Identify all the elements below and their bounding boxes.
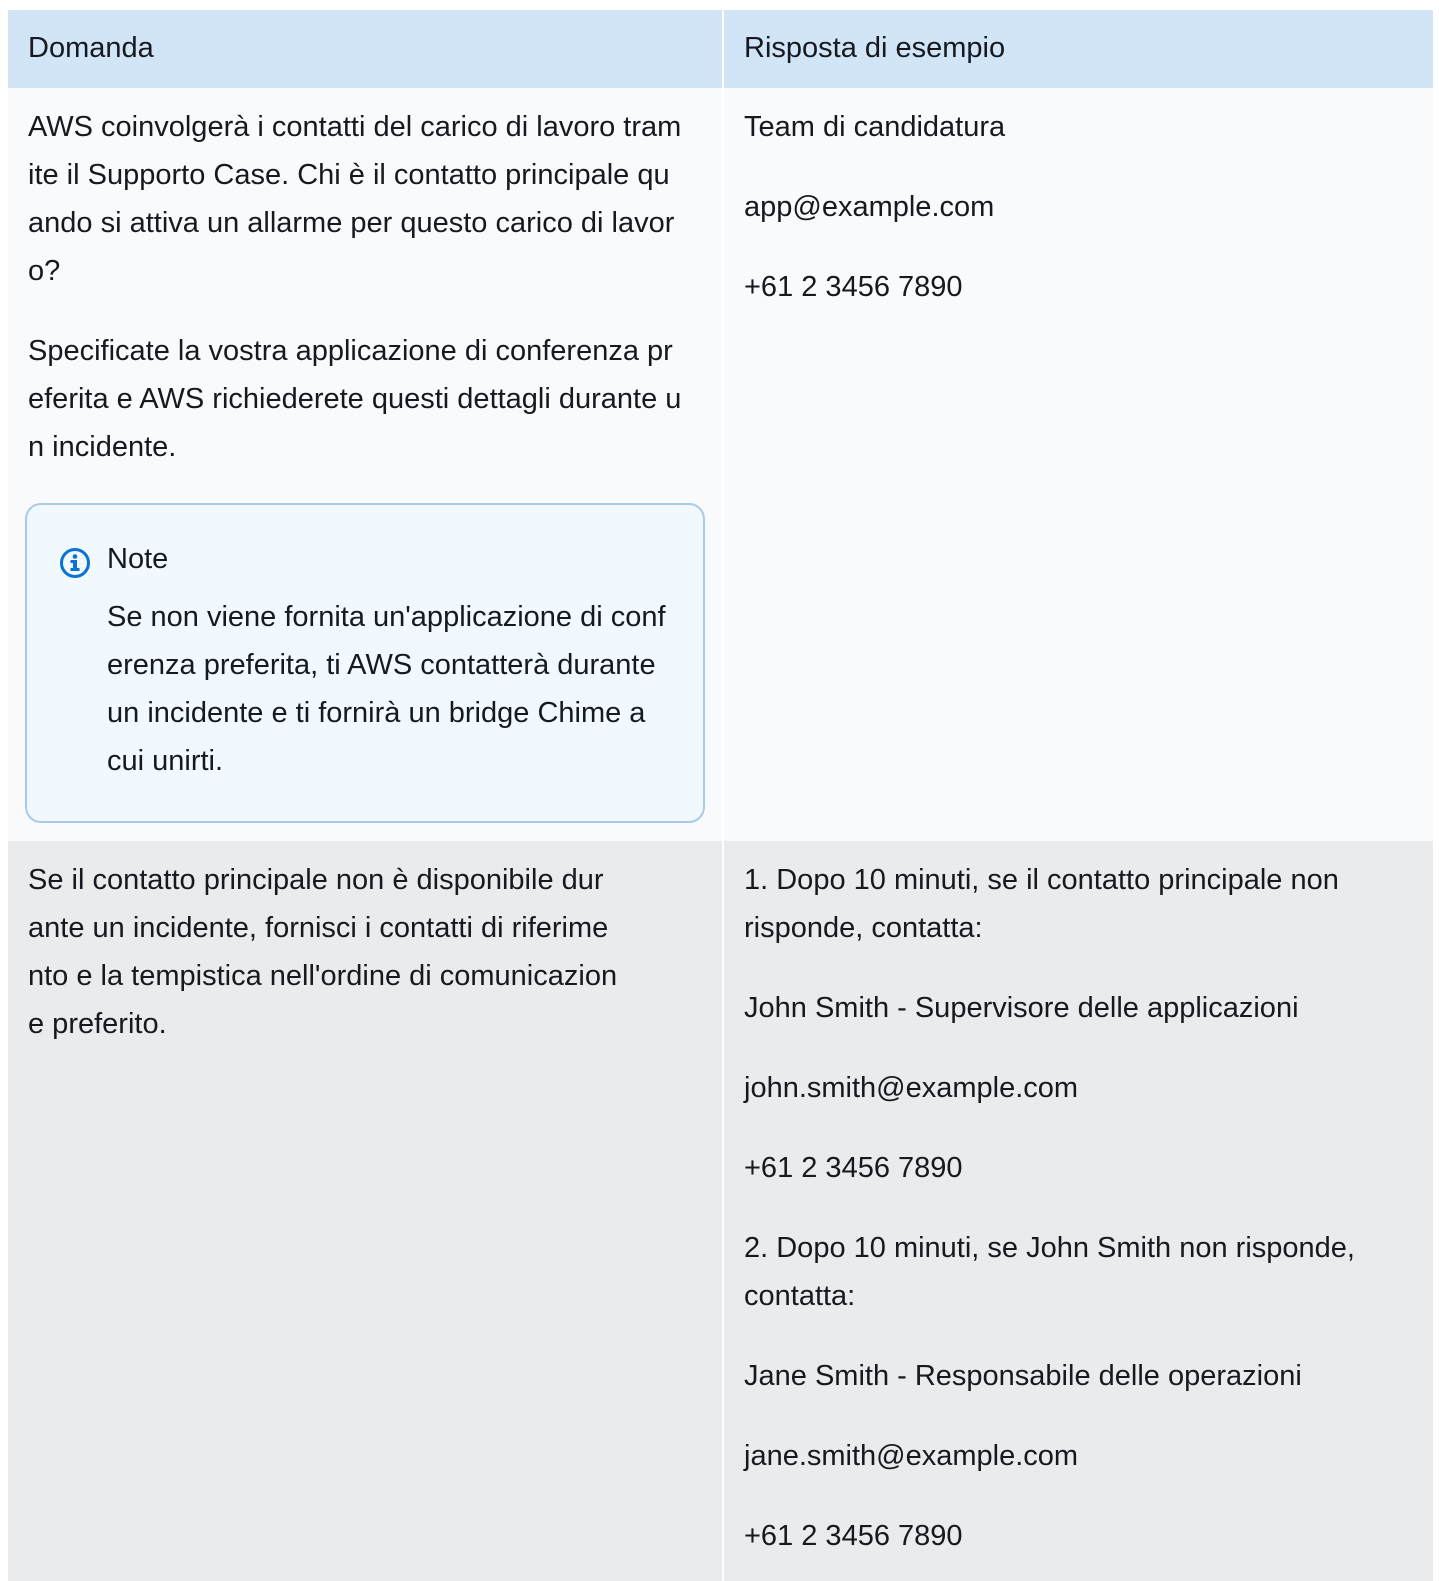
question-text: AWS coinvolgerà i contatti del carico di… — [28, 111, 682, 287]
answer-line: jane.smith@example.com — [744, 1440, 1079, 1472]
answer-line: +61 2 3456 7890 — [744, 271, 963, 303]
answer-cell: 1. Dopo 10 minuti, se il contatto princi… — [723, 841, 1433, 1581]
question-text: Specificate la vostra applicazione di co… — [28, 335, 682, 463]
info-icon — [59, 546, 91, 578]
answer-line: Jane Smith - Responsabile delle operazio… — [744, 1360, 1302, 1392]
question-text: Se il contatto principale non è disponib… — [28, 864, 618, 1040]
qa-table: Domanda Risposta di esempio AWS coinvolg… — [8, 10, 1433, 1581]
table-header-row: Domanda Risposta di esempio — [8, 10, 1433, 88]
answer-line: 2. Dopo 10 minuti, se John Smith non ris… — [744, 1232, 1355, 1312]
header-answer: Risposta di esempio — [723, 10, 1433, 88]
answer-line: Team di candidatura — [744, 111, 1006, 143]
table-row: AWS coinvolgerà i contatti del carico di… — [8, 88, 1433, 841]
note-callout: Note Se non viene fornita un'applicazion… — [25, 503, 705, 823]
answer-line: app@example.com — [744, 191, 995, 223]
answer-line: 1. Dopo 10 minuti, se il contatto princi… — [744, 864, 1339, 944]
question-cell: AWS coinvolgerà i contatti del carico di… — [8, 88, 724, 841]
header-question: Domanda — [8, 10, 724, 88]
answer-line: +61 2 3456 7890 — [744, 1152, 963, 1184]
note-header: Note — [59, 539, 673, 579]
answer-cell: Team di candidatura app@example.com +61 … — [723, 88, 1433, 841]
answer-line: john.smith@example.com — [744, 1072, 1079, 1104]
table-row: Se il contatto principale non è disponib… — [8, 841, 1433, 1581]
question-cell: Se il contatto principale non è disponib… — [8, 841, 724, 1581]
answer-line: +61 2 3456 7890 — [744, 1520, 963, 1552]
qa-table-container: Domanda Risposta di esempio AWS coinvolg… — [8, 10, 1433, 1581]
note-title: Note — [107, 543, 169, 575]
answer-line: John Smith - Supervisore delle applicazi… — [744, 992, 1299, 1024]
note-body: Se non viene fornita un'applicazione di … — [107, 601, 666, 777]
